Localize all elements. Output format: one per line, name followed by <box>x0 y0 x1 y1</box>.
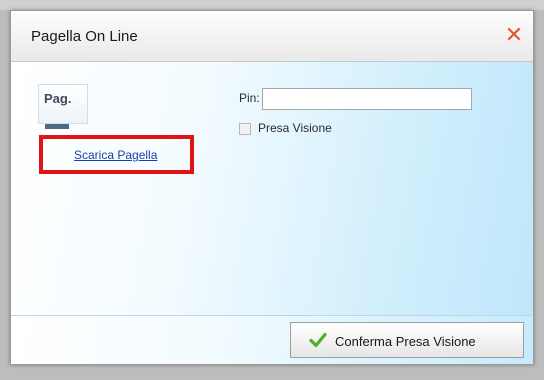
pagella-icon-bar <box>45 124 69 129</box>
dialog-body: Pag. Scarica Pagella Pin: Presa Visione <box>11 62 533 316</box>
pagella-icon: Pag. <box>38 84 88 129</box>
pagella-icon-label: Pag. <box>44 91 72 106</box>
conferma-presa-visione-label: Conferma Presa Visione <box>335 334 476 349</box>
check-icon <box>309 332 327 348</box>
pagella-dialog: Pagella On Line ✕ Pag. Scarica Pagella P… <box>10 10 534 365</box>
backdrop <box>0 0 544 10</box>
dialog-footer: Conferma Presa Visione <box>11 316 533 364</box>
presa-visione-checkbox[interactable] <box>239 123 251 135</box>
presa-visione-label: Presa Visione <box>258 121 332 135</box>
pin-input[interactable] <box>262 88 472 110</box>
dialog-title: Pagella On Line <box>31 28 138 45</box>
close-icon[interactable]: ✕ <box>503 25 525 47</box>
pin-label: Pin: <box>239 91 260 105</box>
scarica-pagella-link[interactable]: Scarica Pagella <box>74 148 157 162</box>
conferma-presa-visione-button[interactable]: Conferma Presa Visione <box>290 322 524 358</box>
dialog-titlebar: Pagella On Line ✕ <box>11 11 533 62</box>
